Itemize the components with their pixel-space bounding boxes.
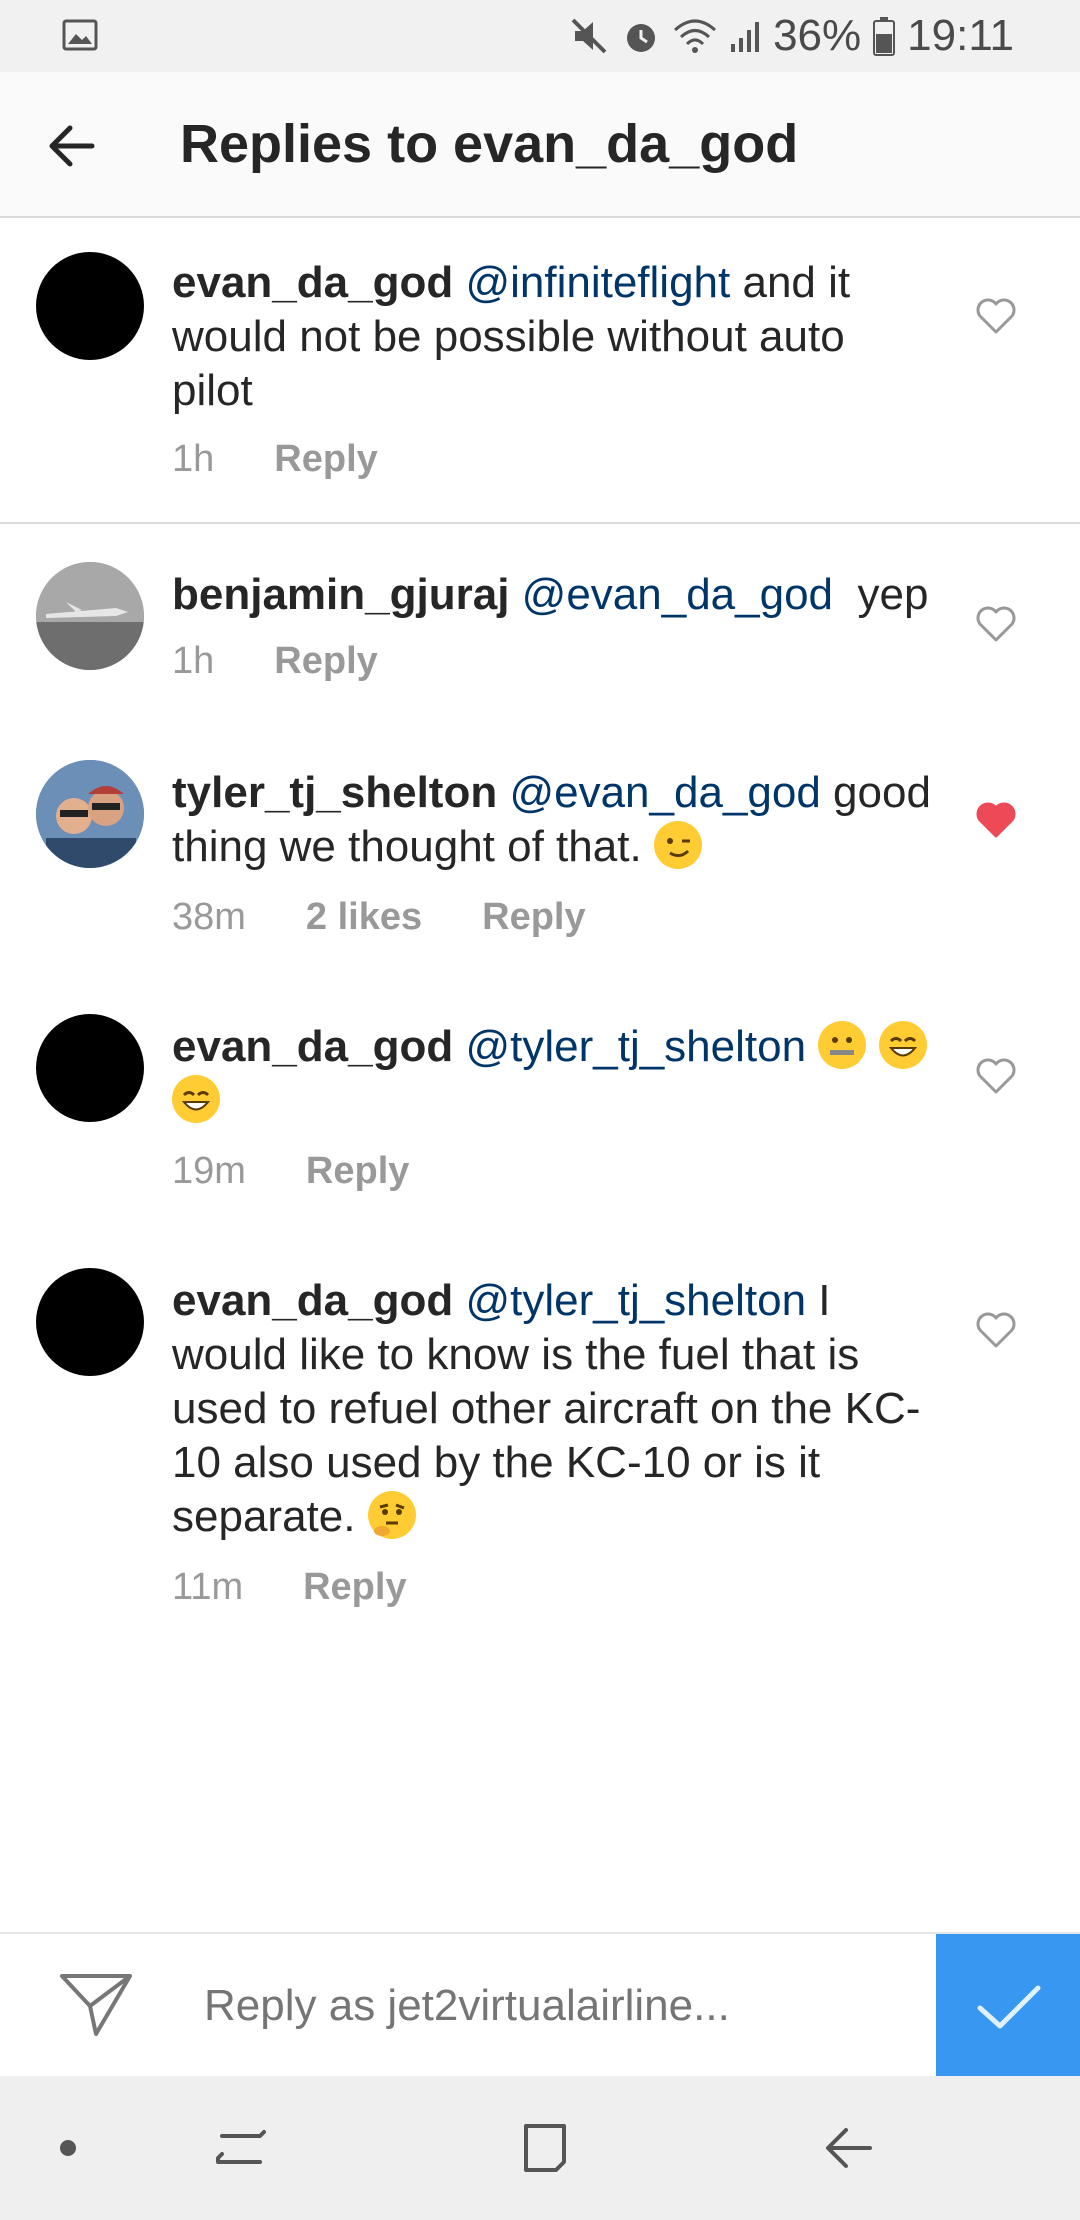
signal-icon: [731, 22, 760, 52]
clock: 19:11: [907, 11, 1014, 60]
likes-count[interactable]: 2 likes: [306, 896, 422, 939]
dot-icon[interactable]: [36, 2116, 100, 2180]
comment-item: evan_da_god @tyler_tj_shelton I would li…: [0, 1232, 1080, 1632]
back-arrow-icon[interactable]: [40, 114, 104, 178]
comment-time: 38m: [172, 896, 246, 938]
comment-message: yep: [833, 570, 929, 619]
comment-text: benjamin_gjuraj @evan_da_god yep: [172, 568, 932, 622]
checkmark-icon: [977, 1985, 1041, 2029]
comment-time: 19m: [172, 1150, 246, 1192]
comment-meta: 11m Reply: [172, 1566, 407, 1609]
username[interactable]: evan_da_god: [172, 1022, 453, 1071]
comment-text: tyler_tj_shelton @evan_da_god good thing…: [172, 766, 932, 874]
battery-icon: [873, 17, 896, 56]
comment-meta: 38m 2 likes Reply: [172, 896, 586, 939]
page-title: Replies to evan_da_god: [180, 114, 799, 174]
wifi-icon: [674, 19, 717, 53]
heart-outline-icon[interactable]: [974, 1056, 1018, 1096]
avatar[interactable]: [36, 252, 144, 360]
couple-photo: [36, 760, 144, 868]
reply-button[interactable]: Reply: [303, 1566, 406, 1609]
heart-outline-icon[interactable]: [974, 296, 1018, 336]
header: Replies to evan_da_god: [0, 72, 1080, 218]
home-icon[interactable]: [512, 2116, 576, 2180]
reply-composer: [0, 1932, 1080, 2078]
comment-meta: 1h Reply: [172, 438, 378, 481]
comment-meta: 1h Reply: [172, 640, 378, 683]
zipper-mouth-face-emoji: [818, 1021, 867, 1069]
comment-meta: 19m Reply: [172, 1150, 409, 1193]
mute-icon: [571, 18, 607, 54]
alarm-icon: [627, 24, 656, 52]
reply-button[interactable]: Reply: [274, 640, 377, 683]
reply-input[interactable]: [204, 1934, 904, 2078]
mention-link[interactable]: @infiniteflight: [465, 258, 730, 307]
status-bar: 36% 19:11: [0, 0, 1080, 72]
winking-face-emoji: [653, 821, 702, 869]
back-nav-icon[interactable]: [816, 2116, 880, 2180]
battery-percent: 36%: [773, 11, 862, 60]
comment-item: benjamin_gjuraj @evan_da_god yep 1h Repl…: [0, 524, 1080, 724]
avatar[interactable]: [36, 1014, 144, 1122]
mention-link[interactable]: @tyler_tj_shelton: [465, 1276, 806, 1325]
username[interactable]: evan_da_god: [172, 1276, 453, 1325]
mention-link[interactable]: @evan_da_god: [509, 768, 820, 817]
heart-outline-icon[interactable]: [974, 1310, 1018, 1350]
send-icon[interactable]: [58, 1970, 134, 2038]
username[interactable]: tyler_tj_shelton: [172, 768, 497, 817]
comment-text: evan_da_god @tyler_tj_shelton I would li…: [172, 1274, 932, 1544]
username[interactable]: benjamin_gjuraj: [172, 570, 509, 619]
grinning-face-emoji: [878, 1021, 927, 1069]
recent-apps-icon[interactable]: [210, 2116, 274, 2180]
avatar[interactable]: [36, 562, 144, 670]
image-icon: [62, 19, 98, 51]
mention-link[interactable]: @evan_da_god: [522, 570, 833, 619]
comment-time: 1h: [172, 640, 215, 682]
heart-outline-icon[interactable]: [974, 604, 1018, 644]
heart-filled-icon[interactable]: [974, 800, 1018, 840]
grinning-face-emoji: [172, 1075, 220, 1123]
comment-item: evan_da_god @tyler_tj_shelton 19m Reply: [0, 978, 1080, 1232]
avatar[interactable]: [36, 1268, 144, 1376]
airplane-photo: [36, 562, 144, 670]
submit-reply-button[interactable]: [936, 1934, 1080, 2078]
comment-time: 1h: [172, 438, 215, 480]
comment-time: 11m: [172, 1566, 244, 1608]
comment-item: evan_da_god @infiniteflight and it would…: [0, 216, 1080, 522]
reply-button[interactable]: Reply: [482, 896, 585, 939]
reply-button[interactable]: Reply: [306, 1150, 409, 1193]
thinking-face-emoji: [367, 1491, 416, 1539]
comment-text: evan_da_god @infiniteflight and it would…: [172, 256, 932, 418]
avatar[interactable]: [36, 760, 144, 868]
mention-link[interactable]: @tyler_tj_shelton: [465, 1022, 806, 1071]
system-nav-bar: [0, 2076, 1080, 2220]
comment-text: evan_da_god @tyler_tj_shelton: [172, 1020, 932, 1128]
comment-item: tyler_tj_shelton @evan_da_god good thing…: [0, 724, 1080, 978]
username[interactable]: evan_da_god: [172, 258, 453, 307]
reply-button[interactable]: Reply: [274, 438, 377, 481]
